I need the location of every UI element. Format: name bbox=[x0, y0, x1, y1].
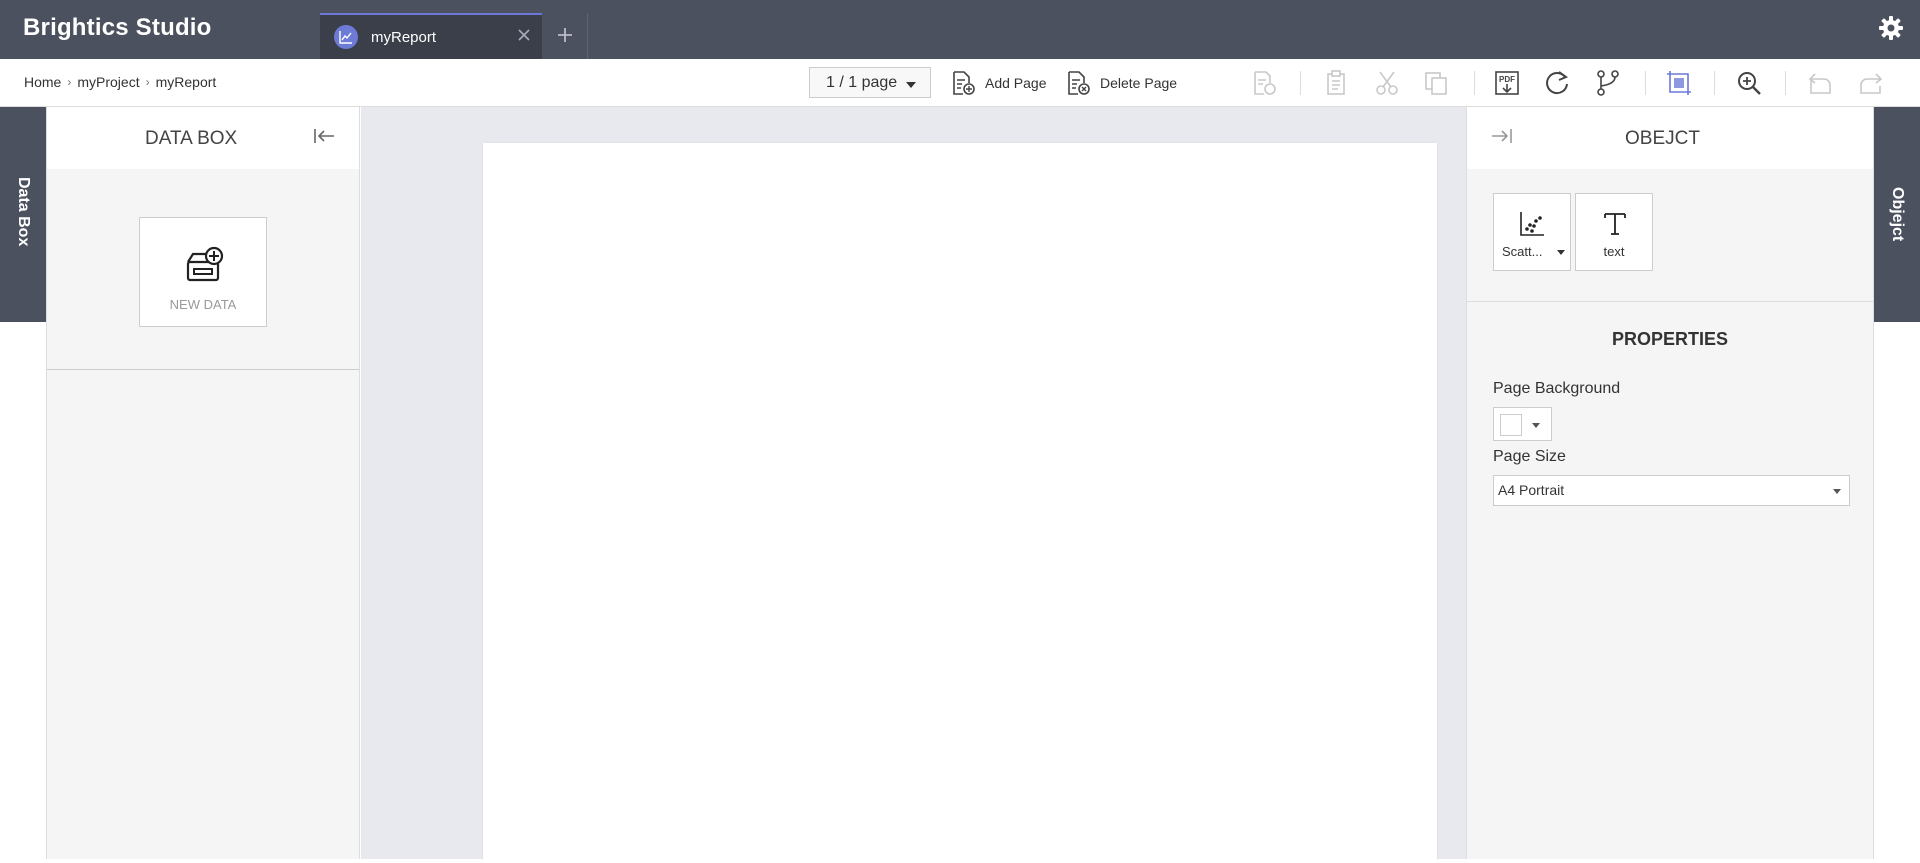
chevron-right-icon: › bbox=[67, 75, 72, 89]
export-pdf-icon[interactable]: PDF bbox=[1493, 69, 1521, 97]
text-object-button[interactable]: text bbox=[1575, 193, 1653, 271]
redo-icon[interactable] bbox=[1857, 69, 1885, 97]
text-icon bbox=[1604, 213, 1626, 235]
undo-icon[interactable] bbox=[1806, 69, 1834, 97]
collapse-left-icon[interactable] bbox=[313, 127, 335, 145]
breadcrumb-home[interactable]: Home bbox=[24, 74, 61, 90]
page-selector[interactable]: 1 / 1 page bbox=[809, 67, 931, 98]
collapse-right-icon[interactable] bbox=[1491, 127, 1513, 145]
toolbar-divider bbox=[1474, 71, 1475, 95]
object-rail[interactable]: Objejct bbox=[1874, 107, 1920, 322]
scatter-object-button[interactable]: Scatt... bbox=[1493, 193, 1571, 271]
new-data-button[interactable]: NEW DATA bbox=[139, 217, 267, 327]
page-size-value: A4 Portrait bbox=[1498, 482, 1565, 498]
app-title: Brightics Studio bbox=[23, 14, 212, 41]
panel-divider bbox=[1467, 301, 1873, 302]
close-icon[interactable] bbox=[516, 27, 532, 43]
properties-title: PROPERTIES bbox=[1611, 329, 1729, 349]
toolbar-divider bbox=[1300, 71, 1301, 95]
toolbar-divider bbox=[1645, 71, 1646, 95]
object-panel-header: OBEJCT bbox=[1467, 107, 1873, 169]
line-chart-icon bbox=[334, 25, 358, 49]
delete-page-label: Delete Page bbox=[1100, 75, 1178, 91]
caret-down-icon[interactable] bbox=[1557, 250, 1565, 255]
caret-down-icon bbox=[906, 82, 916, 88]
report-page[interactable] bbox=[483, 143, 1437, 863]
object-panel-title: OBEJCT bbox=[1625, 128, 1700, 149]
toolbar-divider bbox=[1714, 71, 1715, 95]
tab-myreport[interactable]: myReport bbox=[320, 13, 542, 59]
panel-divider bbox=[47, 369, 359, 370]
caret-down-icon bbox=[1532, 423, 1540, 428]
object-rail-label: Objejct bbox=[1889, 187, 1906, 242]
text-object-label: text bbox=[1603, 244, 1625, 259]
breadcrumb-project[interactable]: myProject bbox=[77, 74, 139, 90]
scatter-chart-icon bbox=[1520, 212, 1544, 236]
page-settings-icon[interactable] bbox=[1250, 69, 1278, 97]
page-size-label: Page Size bbox=[1493, 448, 1566, 465]
paste-icon[interactable] bbox=[1322, 69, 1350, 97]
caret-down-icon bbox=[1833, 489, 1841, 494]
object-panel: OBEJCT Scatt... text PROPERTIES Page Bac… bbox=[1466, 107, 1874, 859]
branch-icon[interactable] bbox=[1594, 69, 1622, 97]
breadcrumb-report[interactable]: myReport bbox=[156, 74, 217, 90]
data-box-rail-label: Data Box bbox=[15, 177, 32, 247]
page-background-label: Page Background bbox=[1493, 380, 1621, 397]
toolbar-divider bbox=[1785, 71, 1786, 95]
breadcrumb: Home › myProject › myReport bbox=[24, 74, 216, 90]
chevron-right-icon: › bbox=[145, 75, 150, 89]
page-indicator: 1 / 1 page bbox=[826, 74, 898, 91]
svg-text:PDF: PDF bbox=[1499, 75, 1515, 84]
data-box-header: DATA BOX bbox=[47, 107, 359, 169]
add-data-icon bbox=[186, 246, 224, 282]
report-toolbar: Home › myProject › myReport 1 / 1 page A… bbox=[0, 59, 1920, 107]
plus-icon bbox=[558, 28, 572, 42]
color-swatch bbox=[1500, 414, 1522, 436]
app-header: Brightics Studio myReport bbox=[0, 0, 1920, 59]
add-page-button[interactable]: Add Page bbox=[950, 69, 1047, 97]
delete-page-icon bbox=[1068, 71, 1090, 95]
delete-page-button[interactable]: Delete Page bbox=[1065, 69, 1177, 97]
cut-icon[interactable] bbox=[1373, 69, 1401, 97]
data-box-panel: DATA BOX NEW DATA bbox=[46, 107, 360, 859]
tab-label: myReport bbox=[371, 29, 437, 46]
page-size-select[interactable]: A4 Portrait bbox=[1493, 475, 1850, 506]
zoom-in-icon[interactable] bbox=[1735, 69, 1763, 97]
new-data-label: NEW DATA bbox=[169, 297, 237, 312]
report-canvas bbox=[361, 107, 1466, 863]
gear-icon[interactable] bbox=[1878, 15, 1904, 41]
page-background-color-picker[interactable] bbox=[1493, 407, 1552, 441]
add-page-label: Add Page bbox=[985, 75, 1047, 91]
fit-page-icon[interactable] bbox=[1665, 69, 1693, 97]
data-box-title: DATA BOX bbox=[145, 128, 238, 149]
copy-icon[interactable] bbox=[1422, 69, 1450, 97]
add-tab-button[interactable] bbox=[542, 13, 588, 59]
scatter-object-label: Scatt... bbox=[1502, 244, 1543, 259]
data-box-rail[interactable]: Data Box bbox=[0, 107, 46, 322]
refresh-icon[interactable] bbox=[1543, 69, 1571, 97]
add-page-icon bbox=[953, 71, 975, 95]
